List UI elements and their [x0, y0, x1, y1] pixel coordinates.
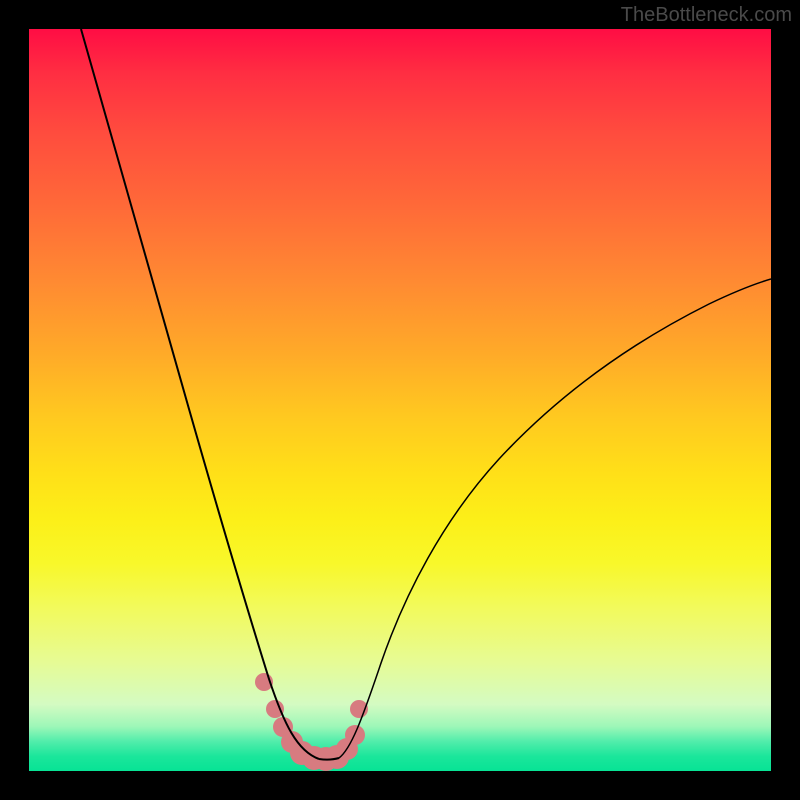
credit-watermark: TheBottleneck.com [621, 4, 792, 27]
plot-area [29, 29, 771, 771]
bottleneck-curve-svg [29, 29, 771, 771]
chart-frame: TheBottleneck.com [0, 0, 800, 800]
curve-left-branch [81, 29, 319, 759]
curve-right-branch [339, 279, 771, 758]
marker-dot [266, 700, 284, 718]
